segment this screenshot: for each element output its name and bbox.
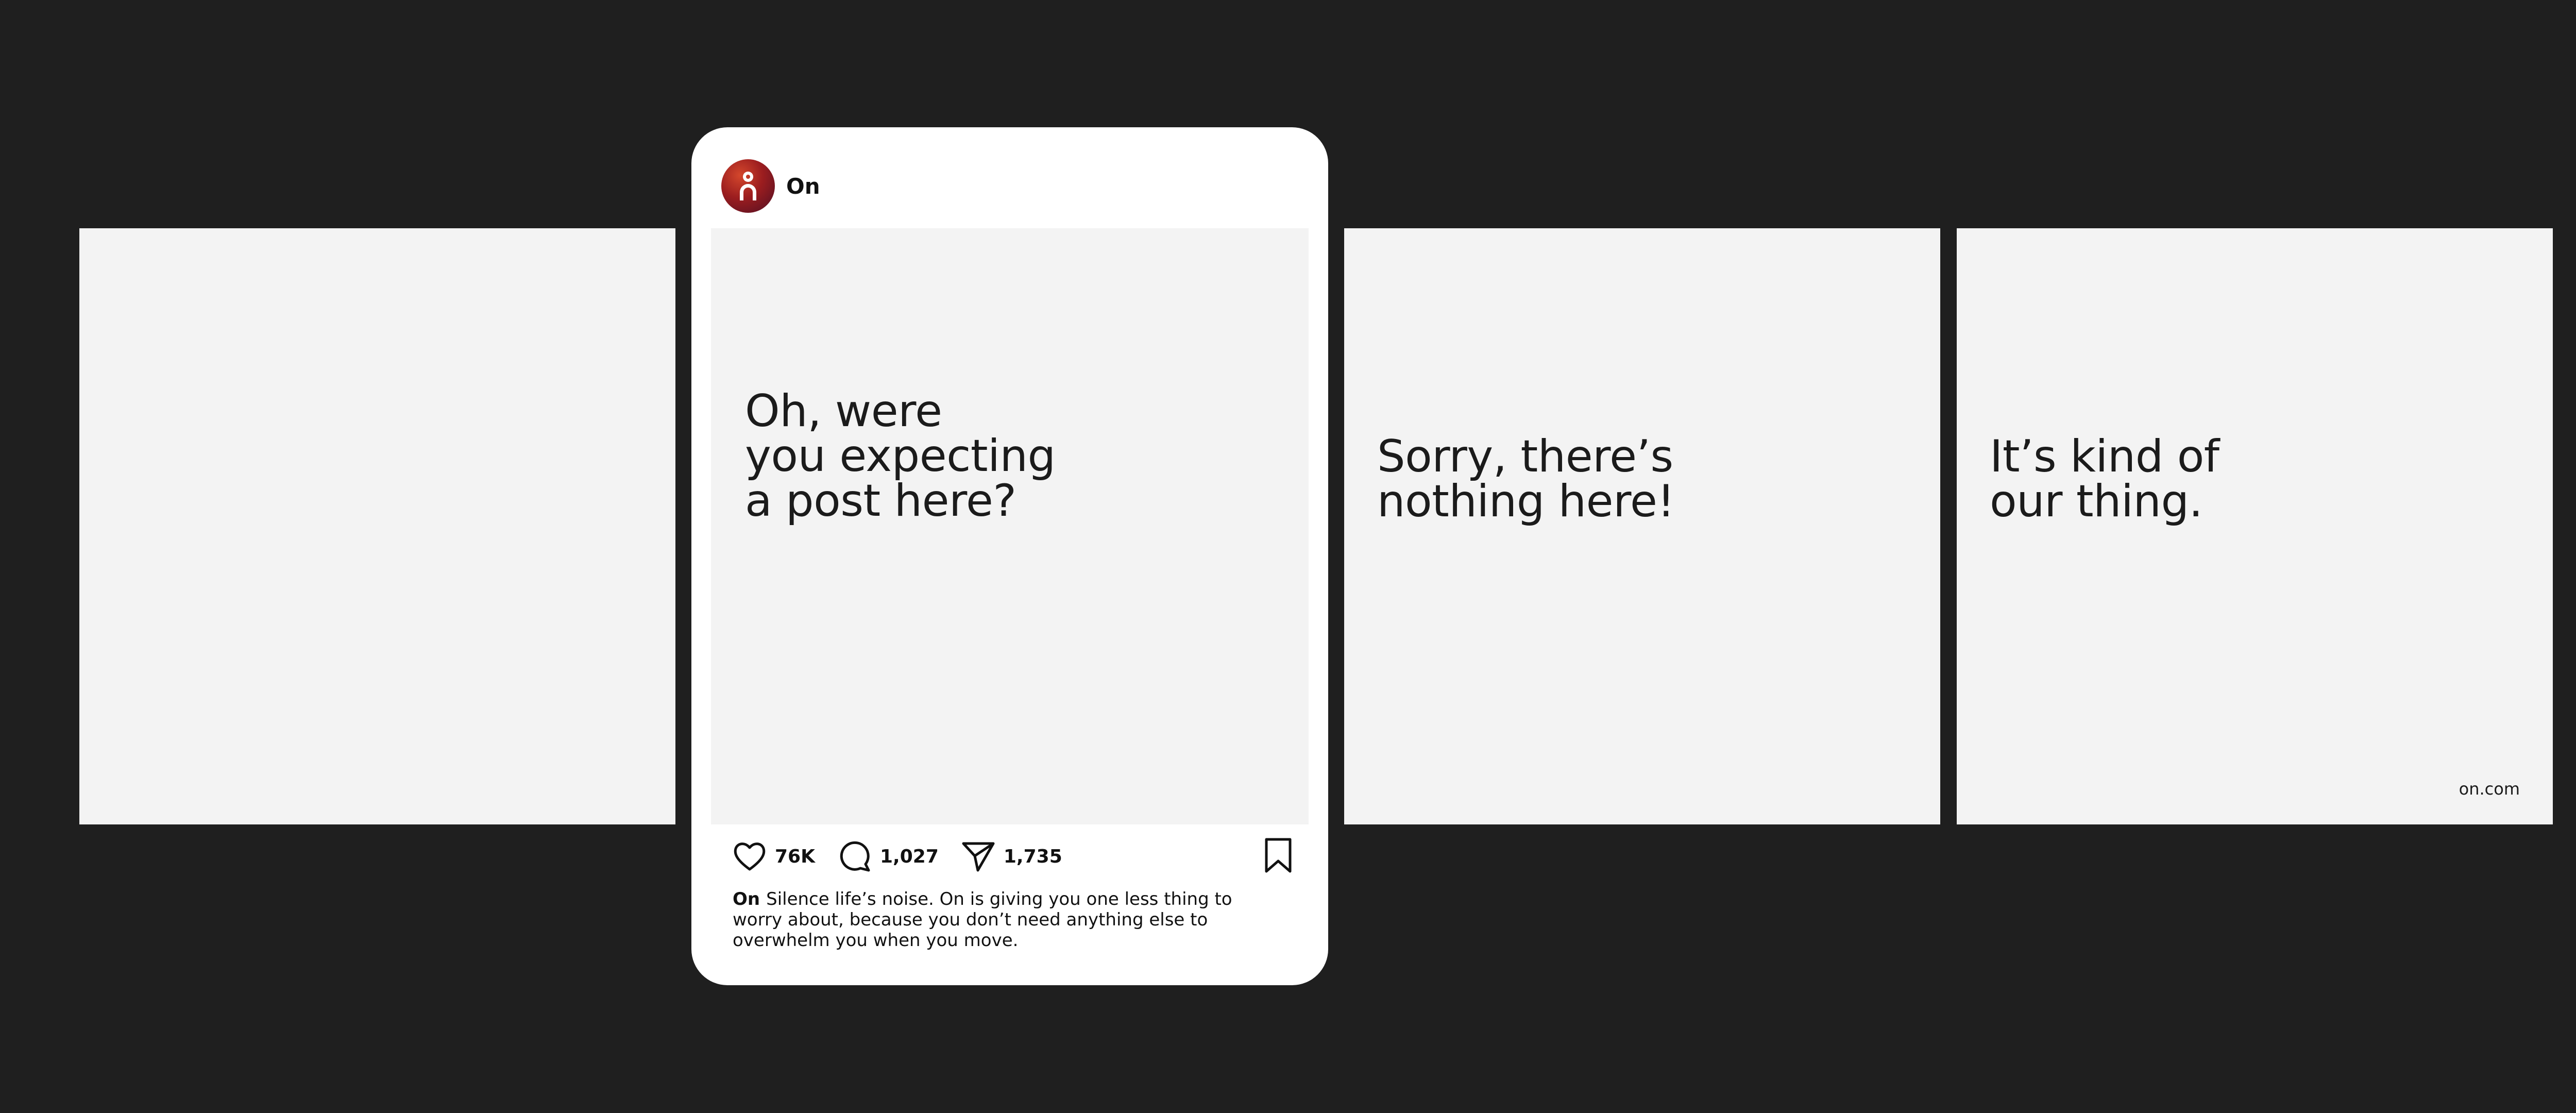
heart-icon — [734, 842, 766, 871]
share-count: 1,735 — [1003, 846, 1062, 867]
post-actions-bar: 76K 1,027 1,735 — [732, 835, 1293, 878]
comment-count: 1,027 — [880, 846, 939, 867]
carousel-stage: On Oh, were you expecting a post here? 7… — [0, 0, 2576, 1113]
save-button[interactable] — [1263, 837, 1293, 875]
panel-headline: Sorry, there’s nothing here! — [1377, 431, 1675, 527]
like-count: 76K — [775, 846, 815, 867]
on-logo-icon — [740, 172, 756, 200]
domain-label: on.com — [2459, 779, 2520, 799]
comment-bubble-icon — [840, 841, 870, 872]
caption-text: Silence life’s noise. On is giving you o… — [733, 889, 1232, 951]
post-caption: On Silence life’s noise. On is giving you… — [733, 889, 1258, 951]
panel-headline: It’s kind of our thing. — [1990, 431, 2219, 527]
social-post-card: On Oh, were you expecting a post here? 7… — [691, 127, 1328, 985]
comment-button[interactable]: 1,027 — [837, 838, 939, 874]
account-name[interactable]: On — [786, 174, 820, 199]
caption-author[interactable]: On — [733, 889, 760, 909]
post-header: On — [721, 159, 820, 213]
post-image[interactable]: Oh, were you expecting a post here? — [711, 228, 1309, 824]
paper-plane-icon — [962, 842, 995, 872]
share-button[interactable]: 1,735 — [960, 838, 1062, 874]
avatar[interactable] — [721, 159, 775, 213]
like-button[interactable]: 76K — [732, 838, 815, 874]
carousel-panel-our-thing: It’s kind of our thing. on.com — [1957, 228, 2553, 824]
carousel-panel-blank — [79, 228, 675, 824]
post-image-headline: Oh, were you expecting a post here? — [745, 385, 1056, 527]
bookmark-icon — [1265, 838, 1292, 873]
carousel-panel-sorry: Sorry, there’s nothing here! — [1344, 228, 1940, 824]
